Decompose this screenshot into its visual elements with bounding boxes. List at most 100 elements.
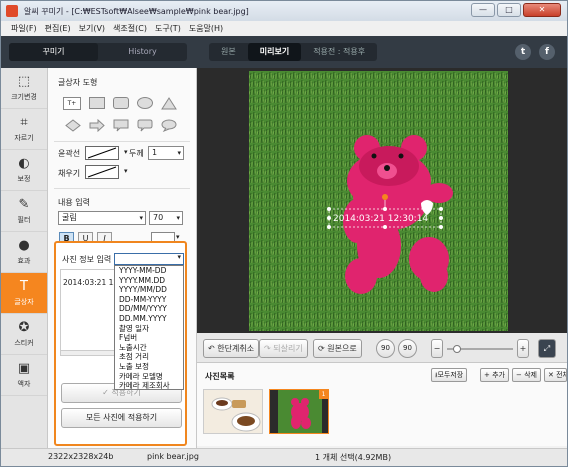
- divider: [54, 141, 190, 142]
- chevron-down-icon: ▾: [176, 214, 180, 222]
- thumbnail-pink-bear[interactable]: 1: [269, 389, 329, 434]
- dropdown-option[interactable]: YYYY.MM.DD: [115, 276, 183, 286]
- rotate-left-button[interactable]: 90: [376, 339, 395, 358]
- fit-screen-button[interactable]: ⤢: [538, 339, 556, 358]
- view-original-tab[interactable]: 원본: [209, 43, 248, 61]
- horizontal-scrollbar[interactable]: [60, 350, 116, 356]
- shape-arrow[interactable]: [89, 118, 105, 133]
- dropdown-option[interactable]: 노출 보정: [115, 362, 183, 372]
- zoom-slider[interactable]: [447, 345, 513, 353]
- nav-textbox[interactable]: T 글상자: [1, 273, 47, 314]
- rotate-right-button[interactable]: 90: [398, 339, 417, 358]
- thumbnail-coffee[interactable]: [203, 389, 263, 434]
- zoom-slider-thumb[interactable]: [452, 345, 461, 353]
- shape-speech-round[interactable]: [137, 119, 153, 132]
- dropdown-option[interactable]: 카메라 모델명: [115, 372, 183, 382]
- add-photo-button[interactable]: + 추가: [480, 368, 509, 382]
- undo-button[interactable]: ↶ 한단계취소: [203, 339, 260, 358]
- dropdown-option[interactable]: 노출시간: [115, 343, 183, 353]
- text-icon: T: [20, 278, 28, 294]
- twitter-icon[interactable]: t: [515, 44, 531, 60]
- shape-speech-oval[interactable]: [161, 119, 177, 133]
- nav-frame[interactable]: ▣ 액자: [1, 355, 47, 396]
- adjust-icon: ◐: [18, 155, 30, 171]
- delete-photo-button[interactable]: − 삭제: [512, 368, 541, 382]
- dropdown-option[interactable]: F넘버: [115, 333, 183, 343]
- menu-view[interactable]: 보기(V): [79, 23, 105, 34]
- filter-icon: ✎: [18, 196, 30, 212]
- fit-screen-icon: ⤢: [543, 344, 551, 353]
- fill-picker[interactable]: [85, 165, 119, 179]
- check-icon: ✓: [102, 388, 112, 397]
- maximize-button[interactable]: □: [497, 3, 521, 17]
- image-viewer: 2014:03:21 12:30:14: [197, 68, 567, 333]
- menu-edit[interactable]: 편집(E): [45, 23, 71, 34]
- nav-label: 스티커: [14, 338, 34, 347]
- view-compare-tab[interactable]: 적용전 : 적용후: [301, 43, 377, 61]
- menu-file[interactable]: 파일(F): [11, 23, 37, 34]
- dropdown-option[interactable]: YYYY/MM/DD: [115, 285, 183, 295]
- nav-crop[interactable]: ⌗ 자르기: [1, 109, 47, 150]
- shape-text-only[interactable]: T+: [63, 97, 81, 110]
- font-size-select[interactable]: 70 ▾: [149, 211, 183, 225]
- shape-ellipse[interactable]: [137, 97, 153, 109]
- zoom-in-button[interactable]: +: [517, 339, 529, 358]
- shape-rectangle[interactable]: [89, 97, 105, 109]
- undo-label: 한단계취소: [217, 344, 255, 353]
- dropdown-option[interactable]: 카메라 제조회사: [115, 381, 183, 391]
- nav-resize[interactable]: ⬚ 크기변경: [1, 68, 47, 109]
- nav-label: 효과: [17, 256, 31, 265]
- dropdown-option[interactable]: YYYY-MM-DD: [115, 266, 183, 276]
- shape-diamond[interactable]: [65, 119, 81, 132]
- menu-help[interactable]: 도움말(H): [189, 23, 223, 34]
- nav-sticker[interactable]: ✪ 스티커: [1, 314, 47, 355]
- fill-arrow[interactable]: ▾: [124, 167, 128, 175]
- outline-style-picker[interactable]: [85, 146, 119, 160]
- dropdown-option[interactable]: DD.MM.YYYY: [115, 314, 183, 324]
- text-color-arrow[interactable]: ▾: [176, 233, 180, 241]
- menu-color[interactable]: 색조절(C): [113, 23, 147, 34]
- status-dimensions: 2322x2328x24b: [48, 452, 114, 461]
- save-all-button[interactable]: ⭳모두저장: [431, 368, 468, 382]
- status-bar: 2322x2328x24b pink bear.jpg 1 개체 선택(4.92…: [1, 448, 567, 466]
- shape-rounded-rect[interactable]: [113, 97, 129, 109]
- chevron-down-icon: ▾: [139, 214, 143, 222]
- nav-adjust[interactable]: ◐ 보정: [1, 150, 47, 191]
- text-content-area[interactable]: 2014:03:21 12: [60, 269, 118, 356]
- photo-date-overlay[interactable]: 2014:03:21 12:30:14: [333, 214, 428, 224]
- delete-all-button[interactable]: ✕ 전체삭제: [544, 368, 567, 382]
- thickness-select[interactable]: 1 ▾: [148, 146, 184, 160]
- font-size-value: 70: [153, 213, 164, 222]
- tab-history[interactable]: History: [98, 43, 187, 61]
- shape-speech-rect[interactable]: [113, 119, 129, 132]
- close-button[interactable]: ✕: [523, 3, 561, 17]
- facebook-icon[interactable]: f: [539, 44, 555, 60]
- dropdown-option[interactable]: DD/MM/YYYY: [115, 304, 183, 314]
- zoom-out-button[interactable]: −: [431, 339, 443, 358]
- nav-effect[interactable]: ● 효과: [1, 232, 47, 273]
- restore-original-button[interactable]: ⟳ 원본으로: [313, 339, 362, 358]
- dropdown-option[interactable]: 촬영 일자: [115, 324, 183, 334]
- photo-info-label: 사진 정보 입력: [62, 255, 112, 264]
- menu-bar: 파일(F) 편집(E) 보기(V) 색조절(C) 도구(T) 도움말(H): [1, 21, 567, 36]
- thickness-label: 두께: [129, 149, 144, 158]
- tab-decorate[interactable]: 꾸미기: [9, 43, 98, 61]
- font-value: 굴림: [62, 213, 77, 222]
- minimize-button[interactable]: —: [471, 3, 495, 17]
- menu-tools[interactable]: 도구(T): [155, 23, 181, 34]
- outline-arrow[interactable]: ▾: [124, 148, 128, 156]
- redo-button[interactable]: ↷ 되살리기: [259, 339, 308, 358]
- pink-bear-photo: [249, 71, 508, 331]
- nav-filter[interactable]: ✎ 필터: [1, 191, 47, 232]
- divider: [54, 188, 190, 189]
- effect-icon: ●: [18, 237, 30, 253]
- shape-triangle[interactable]: [161, 97, 177, 110]
- apply-all-button[interactable]: 모든 사진에 적용하기: [61, 408, 182, 428]
- dropdown-option[interactable]: DD-MM-YYYY: [115, 295, 183, 305]
- dropdown-option[interactable]: 초점 거리: [115, 352, 183, 362]
- nav-label: 글상자: [14, 297, 34, 306]
- date-format-select[interactable]: ▾: [114, 253, 184, 265]
- view-preview-tab[interactable]: 미리보기: [247, 43, 302, 61]
- photo-canvas[interactable]: 2014:03:21 12:30:14: [249, 71, 508, 331]
- font-select[interactable]: 굴림 ▾: [58, 211, 146, 225]
